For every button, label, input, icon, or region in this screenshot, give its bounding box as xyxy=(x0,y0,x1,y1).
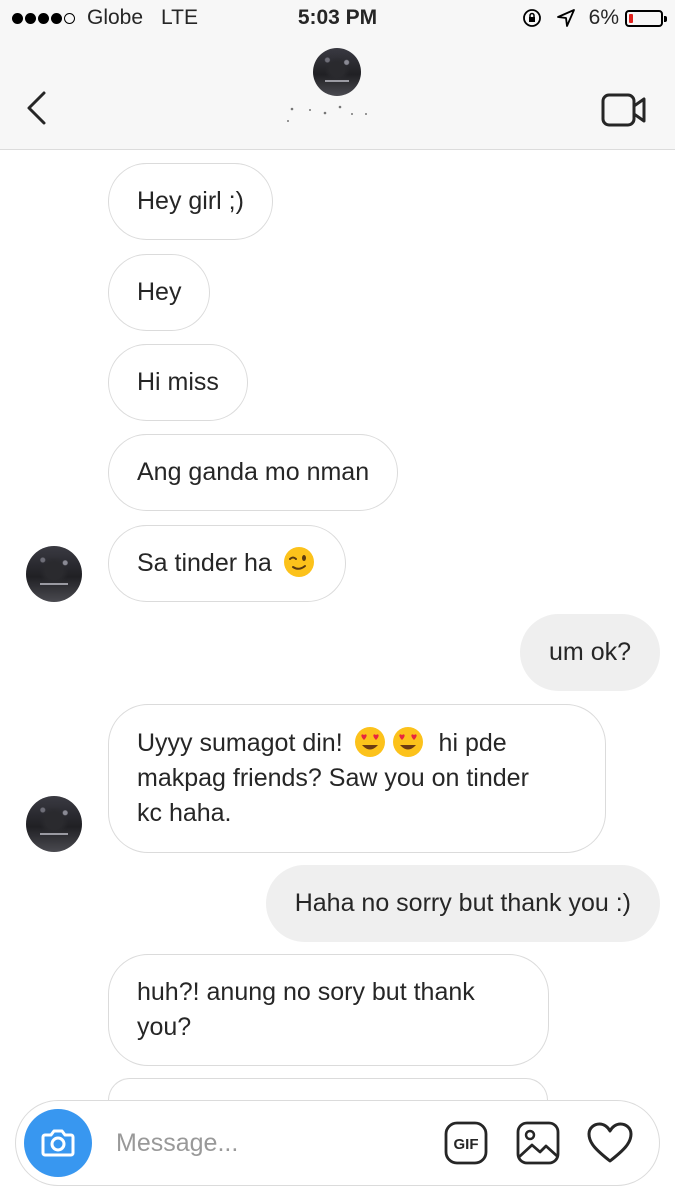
message-text: hi pde xyxy=(438,729,507,757)
message-incoming[interactable]: Uyyy sumagot din! hi pde makpag friends?… xyxy=(108,704,606,853)
message-outgoing[interactable]: um ok? xyxy=(520,614,660,691)
message-incoming-partial[interactable] xyxy=(108,1078,548,1100)
message-line: you? xyxy=(137,1013,192,1041)
message-incoming[interactable]: Hi miss xyxy=(108,344,248,421)
message-text: Sa tinder ha xyxy=(137,549,272,577)
message-line: makpag friends? Saw you on tinder xyxy=(137,764,529,792)
status-bar: Globe LTE 5:03 PM 6% xyxy=(0,0,675,38)
gif-label: GIF xyxy=(454,1136,479,1153)
message-text: um ok? xyxy=(549,638,631,666)
message-text: Ang ganda mo nman xyxy=(137,458,370,486)
heart-eyes-face-icon xyxy=(354,727,385,758)
message-incoming[interactable]: Hey xyxy=(108,254,211,331)
message-incoming[interactable]: Ang ganda mo nman xyxy=(108,434,399,511)
sender-avatar[interactable] xyxy=(26,546,82,602)
video-call-icon[interactable] xyxy=(601,93,647,127)
contact-name-redacted[interactable] xyxy=(280,101,390,125)
battery-percent: 6% xyxy=(588,6,619,29)
message-line: kc haha. xyxy=(137,799,232,827)
orientation-lock-icon xyxy=(522,9,541,27)
message-text: Haha no sorry but thank you :) xyxy=(294,889,631,917)
heart-eyes-face-icon xyxy=(392,727,423,758)
message-line: huh?! anung no sory but thank xyxy=(137,978,475,1006)
message-text: Uyyy sumagot din! xyxy=(137,729,343,757)
message-text: Hi miss xyxy=(137,368,219,396)
message-incoming[interactable]: huh?! anung no sory but thank you? xyxy=(108,954,549,1066)
heart-icon[interactable] xyxy=(586,1121,634,1165)
message-line: Uyyy sumagot din! hi pde xyxy=(137,726,577,761)
message-composer: GIF xyxy=(15,1100,660,1186)
message-incoming[interactable]: Hey girl ;) xyxy=(108,163,273,240)
gif-button[interactable]: GIF xyxy=(444,1121,488,1165)
message-outgoing[interactable]: Haha no sorry but thank you :) xyxy=(265,865,660,942)
camera-icon xyxy=(41,1129,75,1157)
image-icon[interactable] xyxy=(516,1121,560,1165)
contact-avatar[interactable] xyxy=(313,48,361,96)
message-incoming[interactable]: Sa tinder ha xyxy=(108,525,346,602)
winking-face-icon xyxy=(283,547,314,578)
sender-avatar[interactable] xyxy=(26,796,82,852)
message-text: Hey xyxy=(137,278,182,306)
chat-header xyxy=(0,38,675,150)
status-right: 6% xyxy=(521,6,667,30)
location-arrow-icon xyxy=(556,9,575,27)
camera-button[interactable] xyxy=(24,1109,92,1177)
battery-icon xyxy=(625,9,667,27)
message-text: Hey girl ;) xyxy=(137,187,244,215)
chevron-left-icon[interactable] xyxy=(24,90,52,126)
message-input[interactable] xyxy=(116,1123,416,1163)
